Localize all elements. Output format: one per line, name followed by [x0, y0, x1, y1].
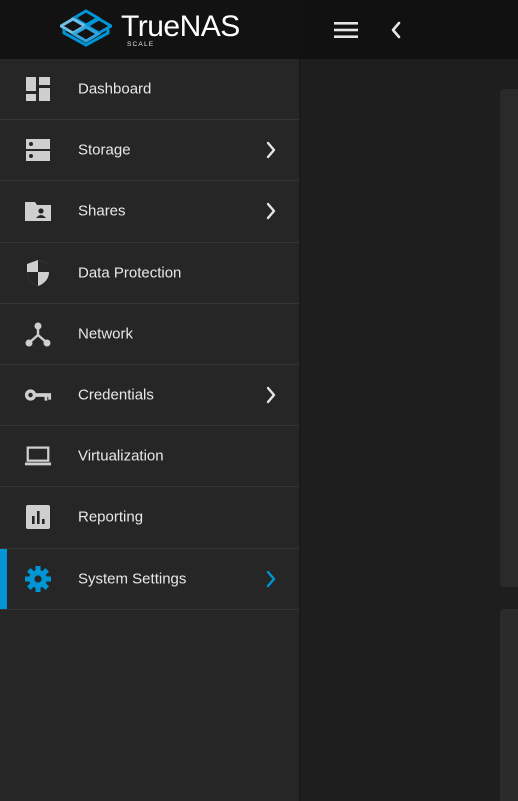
- gear-icon: [24, 565, 52, 593]
- sidebar-item-system-settings[interactable]: System Settings: [0, 548, 299, 610]
- sidebar-item-label: Dashboard: [78, 80, 152, 98]
- main-content: [301, 59, 518, 801]
- chevron-right-icon: [263, 569, 279, 589]
- shield-icon: [24, 259, 52, 287]
- menu-toggle-button[interactable]: [329, 13, 363, 47]
- sidebar-item-virtualization[interactable]: Virtualization: [0, 426, 299, 488]
- content-card: [500, 609, 518, 801]
- shared-folder-icon: [24, 197, 52, 225]
- sidebar-item-network[interactable]: Network: [0, 304, 299, 365]
- network-icon: [24, 320, 52, 348]
- storage-icon: [24, 136, 52, 164]
- chevron-right-icon: [263, 140, 279, 160]
- bar-chart-icon: [24, 503, 52, 531]
- hamburger-menu-icon: [334, 22, 358, 38]
- laptop-icon: [24, 442, 52, 470]
- sidebar-item-label: Credentials: [78, 386, 154, 404]
- sidebar-item-shares[interactable]: Shares: [0, 181, 299, 243]
- sidebar-item-label: Network: [78, 325, 134, 343]
- chevron-left-icon: [391, 21, 401, 39]
- brand-edition: SCALE: [127, 41, 155, 48]
- sidebar-item-label: Reporting: [78, 508, 144, 526]
- sidebar-item-reporting[interactable]: Reporting: [0, 487, 299, 549]
- sidebar-item-data-protection[interactable]: Data Protection: [0, 243, 299, 304]
- top-toolbar: TrueNAS SCALE: [0, 0, 518, 59]
- sidebar-item-label: Shares: [78, 202, 126, 220]
- truenas-logo-icon: [60, 9, 112, 47]
- brand-logo[interactable]: TrueNAS SCALE: [0, 0, 300, 59]
- content-card: [500, 89, 518, 587]
- dashboard-icon: [24, 75, 52, 103]
- key-icon: [24, 381, 52, 409]
- chevron-right-icon: [263, 385, 279, 405]
- sidebar-item-dashboard[interactable]: Dashboard: [0, 59, 299, 121]
- sidebar-nav: Dashboard Storage Shares Data Protection…: [0, 59, 300, 801]
- sidebar-item-label: Storage: [78, 141, 131, 159]
- sidebar-item-label: Data Protection: [78, 264, 182, 282]
- collapse-sidebar-button[interactable]: [379, 13, 413, 47]
- sidebar-item-label: Virtualization: [78, 447, 164, 465]
- chevron-right-icon: [263, 201, 279, 221]
- brand-name: TrueNAS: [121, 10, 240, 43]
- sidebar-item-credentials[interactable]: Credentials: [0, 365, 299, 427]
- sidebar-item-storage[interactable]: Storage: [0, 120, 299, 182]
- sidebar-item-label: System Settings: [78, 570, 187, 588]
